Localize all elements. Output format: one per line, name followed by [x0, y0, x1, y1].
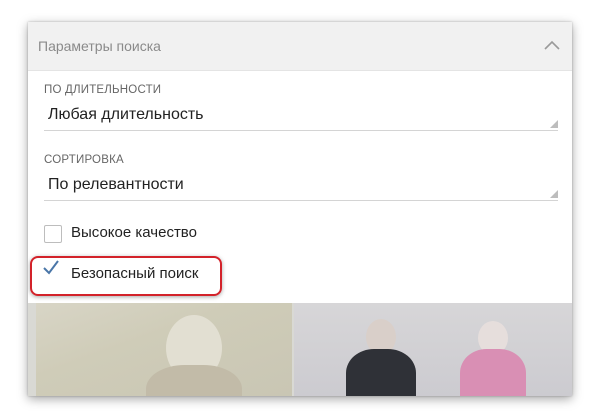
person-silhouette	[460, 349, 526, 396]
sort-value: По релевантности	[48, 176, 184, 193]
chevron-up-icon[interactable]	[542, 36, 562, 56]
person-silhouette	[146, 365, 242, 396]
person-silhouette	[346, 349, 416, 396]
video-thumbnail[interactable]	[294, 303, 572, 396]
search-settings-window: Параметры поиска ПО ДЛИТЕЛЬНОСТИ Любая д…	[28, 22, 572, 396]
high-quality-checkbox[interactable]	[44, 225, 62, 243]
dropdown-arrow-icon	[550, 190, 558, 198]
dropdown-arrow-icon	[550, 120, 558, 128]
sort-select[interactable]: По релевантности	[44, 172, 558, 201]
duration-select[interactable]: Любая длительность	[44, 102, 558, 131]
sort-label: СОРТИРОВКА	[44, 154, 124, 166]
panel-header[interactable]: Параметры поиска	[28, 22, 572, 71]
duration-value: Любая длительность	[48, 106, 204, 123]
highlight-annotation	[30, 256, 222, 296]
duration-label: ПО ДЛИТЕЛЬНОСТИ	[44, 84, 162, 96]
video-thumbnail[interactable]	[36, 303, 292, 396]
panel-title: Параметры поиска	[38, 38, 161, 54]
video-thumbnails	[28, 303, 572, 396]
high-quality-label: Высокое качество	[71, 224, 197, 241]
